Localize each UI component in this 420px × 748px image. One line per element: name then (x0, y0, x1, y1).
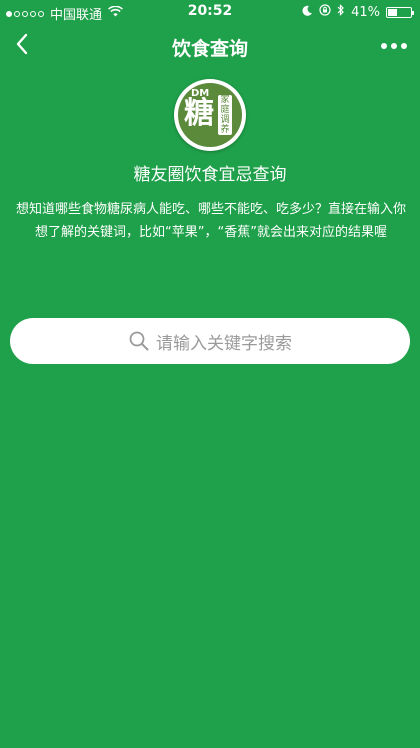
logo-main-character: 糖 (184, 96, 214, 131)
page-subtitle: 糖友圈饮食宜忌查询 (133, 165, 287, 185)
search-icon (128, 330, 150, 352)
more-dot (401, 43, 407, 49)
app-logo: DM 糖 家庭调养 (174, 79, 246, 151)
orientation-lock-icon (319, 4, 331, 20)
more-dot (391, 43, 397, 49)
bluetooth-icon (337, 4, 345, 20)
more-dots-icon (381, 43, 387, 49)
battery-fill (388, 8, 398, 16)
page-description: 想知道哪些食物糖尿病人能吃、哪些不能吃、吃多少？直接在输入你想了解的关键词，比如… (15, 202, 406, 240)
more-options-button[interactable] (374, 30, 414, 62)
moon-icon (302, 5, 313, 20)
battery-percent: 41% (351, 4, 380, 20)
logo-side-text: 家庭调养 (218, 95, 232, 135)
nav-bar: 饮食查询 (0, 24, 420, 68)
status-right: 41% (302, 4, 414, 20)
logo-badge: DM 糖 家庭调养 (178, 83, 242, 147)
status-bar: 中国联通 20:52 41% (0, 0, 420, 24)
battery-icon (386, 6, 414, 18)
page-title: 饮食查询 (171, 38, 248, 60)
search-placeholder: 请输入关键字搜索 (156, 333, 292, 354)
search-input[interactable]: 请输入关键字搜索 (10, 318, 410, 364)
